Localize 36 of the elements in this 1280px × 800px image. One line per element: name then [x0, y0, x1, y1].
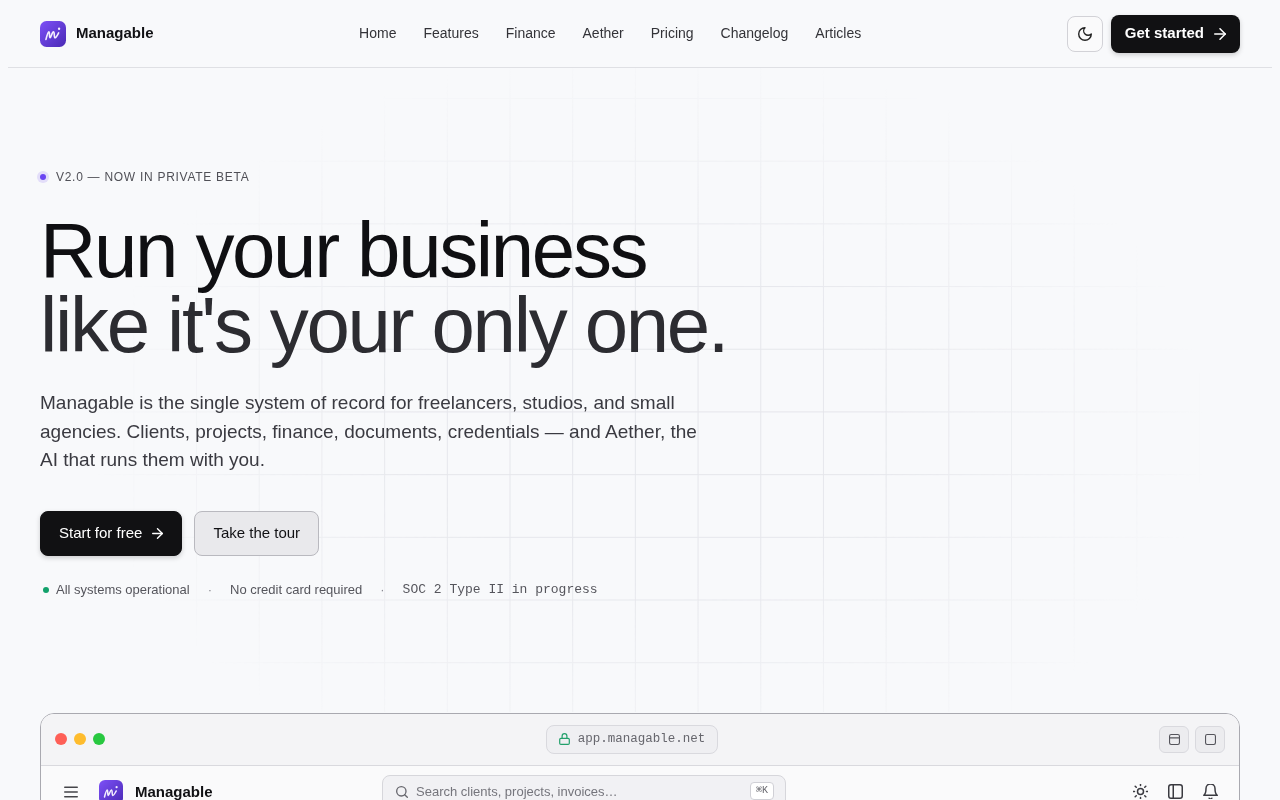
arrow-right-icon — [152, 527, 164, 539]
nav-link[interactable]: Changelog — [720, 23, 789, 44]
status-text: All systems operational — [56, 580, 190, 599]
nav-link[interactable]: Aether — [582, 23, 624, 44]
square-icon — [1204, 733, 1216, 745]
nav-link[interactable]: Finance — [505, 23, 556, 44]
nav-link[interactable]: Features — [423, 23, 479, 44]
compliance-text: SOC 2 Type II in progress — [402, 580, 598, 599]
bell-icon[interactable] — [1203, 784, 1218, 799]
nav-link[interactable]: Pricing — [650, 23, 694, 44]
window-control-icon[interactable] — [55, 733, 67, 745]
moon-icon — [1077, 26, 1092, 41]
sun-icon[interactable] — [1133, 784, 1148, 799]
brand-name: Managable — [76, 23, 154, 44]
menu-icon[interactable] — [64, 785, 78, 798]
window-button[interactable] — [1159, 725, 1189, 753]
hero-description: Managable is the single system of record for freelancers, studios, and small agencies. Clients, projects, finance, documents, credentials — and Aether, the AI that runs them with you. — [40, 391, 698, 472]
logo-icon — [40, 20, 66, 47]
window-button[interactable] — [1195, 725, 1225, 753]
lock-icon — [558, 733, 570, 745]
app-brand-name: Managable — [135, 784, 213, 799]
browser-window-icon — [1168, 733, 1180, 745]
sidebar-panel-icon[interactable] — [1168, 784, 1183, 799]
note-text: No credit card required — [230, 580, 363, 599]
separator: · — [380, 580, 385, 599]
get-started-button[interactable]: Get started — [1110, 14, 1240, 53]
nav-link[interactable]: Articles — [815, 23, 862, 44]
release-label: V2.0 — NOW IN PRIVATE BETA — [56, 169, 250, 186]
nav-link[interactable]: Home — [359, 23, 397, 44]
start-button[interactable]: Start for free — [40, 510, 183, 556]
arrow-right-icon — [1214, 27, 1226, 40]
separator: · — [207, 580, 212, 599]
tour-button[interactable]: Take the tour — [194, 510, 320, 556]
theme-toggle-button[interactable] — [1066, 15, 1103, 52]
search-icon — [396, 785, 408, 798]
url-field[interactable]: app.managable.net — [545, 724, 719, 754]
